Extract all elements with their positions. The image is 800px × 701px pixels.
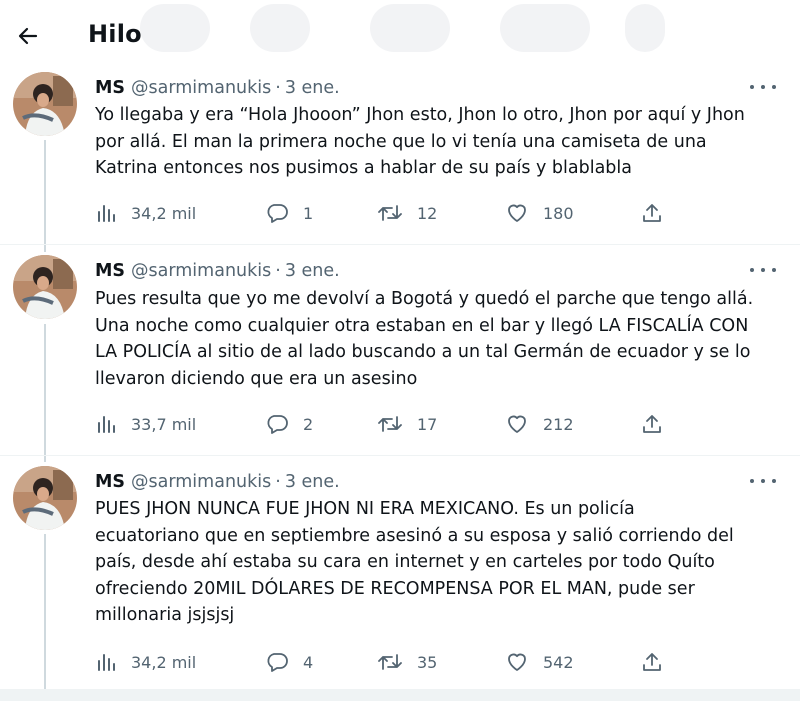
author-name[interactable]: MS: [95, 472, 125, 492]
tweet-text-line: PUES JHON NUNCA FUE JHON NI ERA MEXICANO…: [95, 499, 635, 519]
tweet-text: Yo llegaba y era “Hola Jhooon” Jhon esto…: [95, 102, 785, 182]
page-title: Hilo: [88, 20, 142, 48]
retweet-icon: [378, 654, 402, 670]
tweet-date[interactable]: 3 ene.: [285, 78, 340, 98]
thread-connector: [44, 140, 46, 252]
arrow-left-icon: [18, 27, 38, 45]
separator: ·: [275, 261, 281, 281]
back-button[interactable]: [12, 20, 44, 52]
tweet-actions: 33,7 mil 2 17 212: [95, 412, 695, 436]
retweet-button[interactable]: 35: [377, 650, 437, 674]
thread-header: Hilo: [0, 0, 800, 68]
tweet-text-line: Katrina entonces nos pusimos a hablar de…: [95, 158, 633, 178]
retweet-count: 35: [417, 652, 438, 672]
thread-connector: [44, 324, 46, 462]
tweet-divider: [0, 455, 800, 456]
like-icon: [508, 653, 526, 671]
blurred-background-shape: [370, 4, 450, 52]
reply-count: 4: [303, 652, 314, 672]
views-button[interactable]: 33,7 mil: [95, 412, 196, 436]
retweet-count: 12: [417, 203, 438, 223]
author-handle[interactable]: @sarmimanukis: [131, 261, 271, 281]
tweet-text-line: Pues resulta que yo me devolví a Bogotá …: [95, 289, 754, 309]
views-button[interactable]: 34,2 mil: [95, 650, 196, 674]
like-icon: [508, 415, 526, 433]
tweet-text-line: ecuatoriano que en septiembre asesinó a …: [95, 525, 734, 546]
tweet-text-line: por allá. El man la primera noche que lo…: [95, 131, 707, 152]
views-button[interactable]: 34,2 mil: [95, 201, 196, 225]
avatar[interactable]: [13, 466, 77, 530]
tweet-text-line: Yo llegaba y era “Hola Jhooon” Jhon esto…: [95, 105, 745, 125]
more-icon[interactable]: [750, 474, 776, 488]
tweet-text-line: llevaron diciendo que era un asesino: [95, 368, 418, 389]
views-count: 33,7 mil: [131, 414, 197, 434]
retweet-button[interactable]: 12: [377, 201, 437, 225]
views-count: 34,2 mil: [131, 203, 197, 223]
author-name[interactable]: MS: [95, 261, 125, 281]
author-handle[interactable]: @sarmimanukis: [131, 472, 271, 492]
views-icon: [98, 654, 115, 671]
retweet-icon: [378, 205, 402, 221]
views-icon: [98, 416, 115, 433]
share-icon: [643, 653, 661, 671]
share-icon: [643, 415, 661, 433]
author-handle[interactable]: @sarmimanukis: [131, 78, 271, 98]
tweet-header: MS @sarmimanukis · 3 ene.: [95, 470, 340, 494]
tweet-text: Pues resulta que yo me devolví a Bogotá …: [95, 286, 785, 392]
like-count: 180: [543, 203, 574, 223]
views-icon: [98, 205, 115, 222]
like-count: 542: [543, 652, 574, 672]
tweet-header: MS @sarmimanukis · 3 ene.: [95, 76, 340, 100]
separator: ·: [275, 78, 281, 98]
share-icon: [643, 204, 661, 222]
retweet-button[interactable]: 17: [377, 412, 437, 436]
thread-connector: [44, 534, 46, 694]
blurred-background-shape: [625, 4, 665, 52]
like-button[interactable]: 542: [505, 650, 574, 674]
reply-count: 1: [303, 203, 314, 223]
reply-icon: [267, 415, 288, 434]
tweet-text-line: LA POLICÍA al sitio de al lado buscando …: [95, 342, 751, 362]
tweet-date[interactable]: 3 ene.: [285, 261, 340, 281]
tweet-header: MS @sarmimanukis · 3 ene.: [95, 259, 340, 283]
more-icon[interactable]: [750, 263, 776, 277]
share-button[interactable]: [640, 201, 664, 225]
separator: ·: [275, 472, 281, 492]
tweet-actions: 34,2 mil 1 12 180: [95, 201, 695, 225]
reply-button[interactable]: 2: [265, 412, 313, 436]
retweet-icon: [378, 416, 402, 432]
tweet-text-line: millonaria jsjsjsj: [95, 605, 235, 625]
blurred-background-shape: [250, 4, 310, 52]
tweet-actions: 34,2 mil 4 35 542: [95, 650, 695, 674]
bottom-divider: [0, 689, 800, 701]
retweet-count: 17: [417, 414, 438, 434]
like-button[interactable]: 180: [505, 201, 574, 225]
tweet-text-line: Una noche como cualquier otra estaban en…: [95, 315, 749, 336]
like-icon: [508, 204, 526, 222]
like-button[interactable]: 212: [505, 412, 574, 436]
reply-button[interactable]: 4: [265, 650, 313, 674]
blurred-background-shape: [500, 4, 590, 52]
like-count: 212: [543, 414, 574, 434]
tweet-divider: [0, 244, 800, 245]
views-count: 34,2 mil: [131, 652, 197, 672]
tweet-text: PUES JHON NUNCA FUE JHON NI ERA MEXICANO…: [95, 496, 785, 629]
reply-button[interactable]: 1: [265, 201, 313, 225]
avatar[interactable]: [13, 72, 77, 136]
tweet-date[interactable]: 3 ene.: [285, 472, 340, 492]
tweet-text-line: ofreciendo 20MIL DÓLARES DE RECOMPENSA P…: [95, 578, 695, 599]
more-icon[interactable]: [750, 80, 776, 94]
reply-icon: [267, 653, 288, 672]
avatar[interactable]: [13, 255, 77, 319]
tweet-text-line: país, desde ahí estaba su cara en intern…: [95, 552, 715, 572]
share-button[interactable]: [640, 650, 664, 674]
author-name[interactable]: MS: [95, 78, 125, 98]
reply-count: 2: [303, 414, 314, 434]
reply-icon: [267, 204, 288, 223]
share-button[interactable]: [640, 412, 664, 436]
blurred-background-shape: [140, 4, 210, 52]
